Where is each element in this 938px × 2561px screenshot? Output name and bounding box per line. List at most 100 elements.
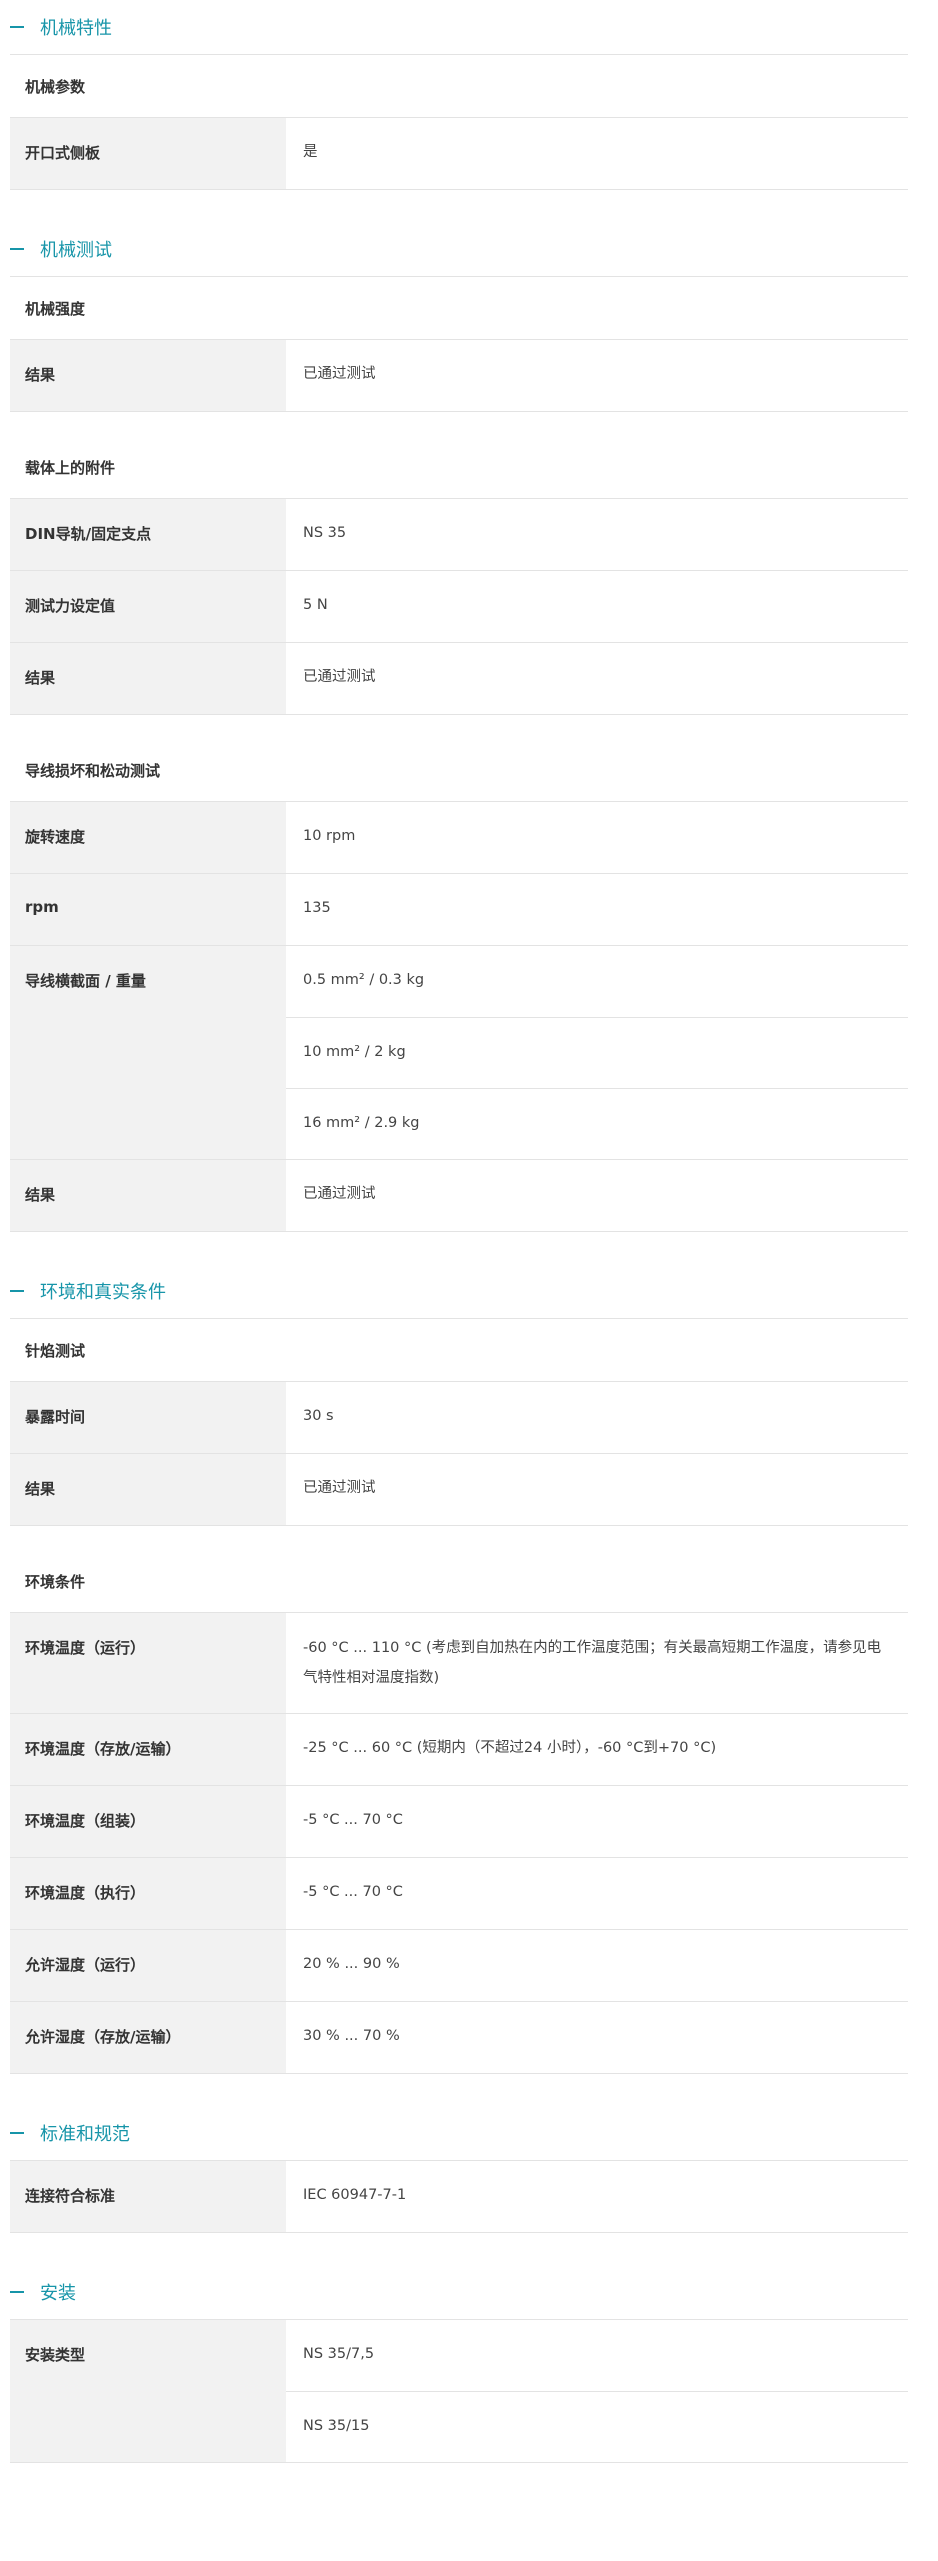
spec-row: rpm 135 bbox=[10, 874, 908, 946]
spec-value: NS 35/7,5 bbox=[303, 2346, 375, 2362]
spec-value: 20 % ... 90 % bbox=[303, 1956, 400, 1972]
spec-values: 是 bbox=[286, 118, 908, 189]
spec-value: 16 mm² / 2.9 kg bbox=[286, 1088, 908, 1159]
spec-row: 结果 已通过测试 bbox=[10, 643, 908, 715]
spec-row: 允许湿度（运行） 20 % ... 90 % bbox=[10, 1930, 908, 2002]
spec-label: 结果 bbox=[10, 340, 286, 411]
spec-row: DIN导轨/固定支点 NS 35 bbox=[10, 499, 908, 571]
spec-value: 0.5 mm² / 0.3 kg bbox=[303, 972, 425, 988]
group-title: 导线损坏和松动测试 bbox=[10, 739, 908, 802]
spec-value: 是 bbox=[303, 144, 318, 160]
spec-values: -5 °C ... 70 °C bbox=[286, 1858, 908, 1929]
spec-value: 135 bbox=[303, 900, 331, 916]
spec-row: 开口式侧板 是 bbox=[10, 118, 908, 190]
spec-row: 环境温度（存放/运输） -25 °C ... 60 °C (短期内（不超过24 小… bbox=[10, 1714, 908, 1786]
section-header[interactable]: 安装 bbox=[10, 2265, 908, 2320]
spec-label: 安装类型 bbox=[10, 2320, 286, 2462]
group-title: 载体上的附件 bbox=[10, 436, 908, 499]
collapse-icon[interactable] bbox=[10, 26, 24, 28]
spec-label: 测试力设定值 bbox=[10, 571, 286, 642]
spec-label: 结果 bbox=[10, 1454, 286, 1525]
section-header[interactable]: 环境和真实条件 bbox=[10, 1264, 908, 1319]
spec-label: 环境温度（组装） bbox=[10, 1786, 286, 1857]
spec-row: 测试力设定值 5 N bbox=[10, 571, 908, 643]
section-header[interactable]: 标准和规范 bbox=[10, 2106, 908, 2161]
spec-label: rpm bbox=[10, 874, 286, 945]
spec-label: 环境温度（执行） bbox=[10, 1858, 286, 1929]
spec-value: 已通过测试 bbox=[303, 366, 376, 382]
spec-row: 旋转速度 10 rpm bbox=[10, 802, 908, 874]
spec-row: 结果 已通过测试 bbox=[10, 1160, 908, 1232]
spec-row: 环境温度（运行） -60 °C ... 110 °C (考虑到自加热在内的工作温度… bbox=[10, 1613, 908, 1714]
spec-values: 已通过测试 bbox=[286, 1160, 908, 1231]
spec-values: 10 rpm bbox=[286, 802, 908, 873]
spec-values: NS 35 bbox=[286, 499, 908, 570]
group-title: 机械强度 bbox=[10, 277, 908, 340]
spec-value: 10 rpm bbox=[303, 828, 356, 844]
spec-values: 30 % ... 70 % bbox=[286, 2002, 908, 2073]
spec-values: 0.5 mm² / 0.3 kg 10 mm² / 2 kg 16 mm² / 2.… bbox=[286, 946, 908, 1159]
spec-values: 5 N bbox=[286, 571, 908, 642]
section-title: 机械测试 bbox=[40, 240, 112, 261]
spec-row: 结果 已通过测试 bbox=[10, 1454, 908, 1526]
spec-row: 暴露时间 30 s bbox=[10, 1382, 908, 1454]
spec-value: 5 N bbox=[303, 597, 328, 613]
spec-value: -5 °C ... 70 °C bbox=[303, 1812, 403, 1828]
spec-row: 安装类型 NS 35/7,5 NS 35/15 bbox=[10, 2320, 908, 2463]
spec-values: 已通过测试 bbox=[286, 643, 908, 714]
section-header[interactable]: 机械测试 bbox=[10, 222, 908, 277]
group-title: 环境条件 bbox=[10, 1550, 908, 1613]
section-title: 机械特性 bbox=[40, 18, 112, 39]
spec-values: 135 bbox=[286, 874, 908, 945]
group-title: 针焰测试 bbox=[10, 1319, 908, 1382]
spec-values: 30 s bbox=[286, 1382, 908, 1453]
spec-values: -60 °C ... 110 °C (考虑到自加热在内的工作温度范围；有关最高短… bbox=[286, 1613, 908, 1713]
spec-value: -60 °C ... 110 °C (考虑到自加热在内的工作温度范围；有关最高短… bbox=[303, 1640, 882, 1686]
section-title: 标准和规范 bbox=[40, 2124, 130, 2145]
spec-value: 已通过测试 bbox=[303, 1480, 376, 1496]
collapse-icon[interactable] bbox=[10, 1290, 24, 1292]
spec-label: 允许湿度（存放/运输） bbox=[10, 2002, 286, 2073]
spec-values: -5 °C ... 70 °C bbox=[286, 1786, 908, 1857]
collapse-icon[interactable] bbox=[10, 248, 24, 250]
spec-value: 30 % ... 70 % bbox=[303, 2028, 400, 2044]
group-title: 机械参数 bbox=[10, 55, 908, 118]
spec-row: 连接符合标准 IEC 60947-7-1 bbox=[10, 2161, 908, 2233]
spec-label: 开口式侧板 bbox=[10, 118, 286, 189]
spec-label: 结果 bbox=[10, 1160, 286, 1231]
spec-label: 导线横截面 / 重量 bbox=[10, 946, 286, 1159]
spec-label: 旋转速度 bbox=[10, 802, 286, 873]
section-title: 环境和真实条件 bbox=[40, 1282, 166, 1303]
spec-value: NS 35 bbox=[303, 525, 347, 541]
spec-values: 已通过测试 bbox=[286, 340, 908, 411]
spec-label: 连接符合标准 bbox=[10, 2161, 286, 2232]
spec-value: -5 °C ... 70 °C bbox=[303, 1884, 403, 1900]
collapse-icon[interactable] bbox=[10, 2132, 24, 2134]
spec-value: -25 °C ... 60 °C (短期内（不超过24 小时），-60 °C到+… bbox=[303, 1740, 717, 1756]
spec-value: NS 35/15 bbox=[286, 2391, 908, 2462]
section-header[interactable]: 机械特性 bbox=[10, 0, 908, 55]
collapse-icon[interactable] bbox=[10, 2291, 24, 2293]
spec-label: 暴露时间 bbox=[10, 1382, 286, 1453]
spec-values: -25 °C ... 60 °C (短期内（不超过24 小时），-60 °C到+… bbox=[286, 1714, 908, 1785]
spec-value: 已通过测试 bbox=[303, 669, 376, 685]
section-title: 安装 bbox=[40, 2283, 76, 2304]
spec-row: 环境温度（执行） -5 °C ... 70 °C bbox=[10, 1858, 908, 1930]
spec-value: 30 s bbox=[303, 1408, 334, 1424]
spec-values: 已通过测试 bbox=[286, 1454, 908, 1525]
spec-label: DIN导轨/固定支点 bbox=[10, 499, 286, 570]
spec-row: 环境温度（组装） -5 °C ... 70 °C bbox=[10, 1786, 908, 1858]
spec-page: 机械特性 机械参数 开口式侧板是机械测试 机械强度 结果 已通过测试 载体上的附件 DIN导轨… bbox=[0, 0, 918, 2487]
spec-label: 环境温度（存放/运输） bbox=[10, 1714, 286, 1785]
spec-values: IEC 60947-7-1 bbox=[286, 2161, 908, 2232]
spec-value: 10 mm² / 2 kg bbox=[286, 1017, 908, 1088]
spec-label: 允许湿度（运行） bbox=[10, 1930, 286, 2001]
spec-row: 导线横截面 / 重量 0.5 mm² / 0.3 kg 10 mm² / 2 kg 1… bbox=[10, 946, 908, 1160]
